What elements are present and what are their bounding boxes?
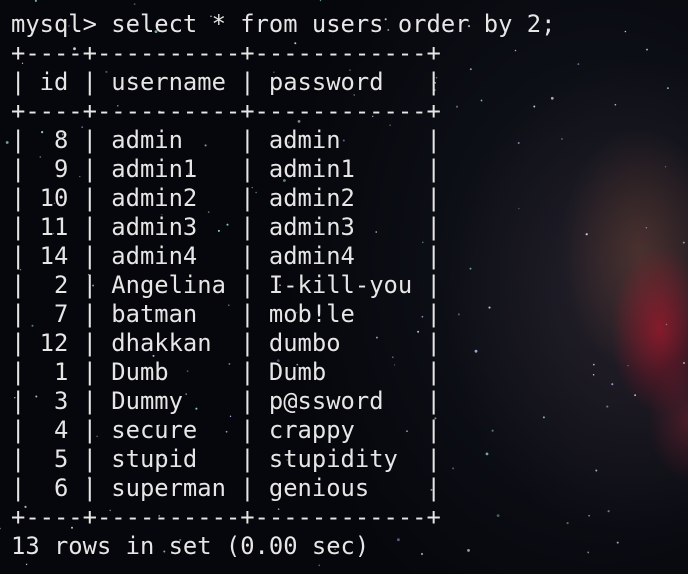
result-summary: 13 rows in set (0.00 sec): [11, 532, 370, 560]
star: [664, 166, 667, 168]
star: [616, 541, 619, 544]
star: [634, 394, 636, 397]
cell-password: p@ssword: [268, 387, 413, 415]
cell-username: admin: [111, 126, 226, 154]
cell-id: 4: [39, 416, 69, 444]
table-row: | 11 | admin3 | admin3 |: [11, 213, 441, 241]
cell-id: 6: [39, 474, 69, 502]
table-border-header: +----+----------+------------+: [11, 97, 441, 125]
cell-password: crappy: [268, 416, 413, 444]
cell-username: secure: [111, 416, 226, 444]
table-row: | 9 | admin1 | admin1 |: [11, 155, 441, 183]
table-row: | 6 | superman | genious |: [11, 474, 441, 502]
table-row: | 8 | admin | admin |: [11, 126, 441, 154]
command-line: mysql> select * from users order by 2;: [11, 10, 555, 39]
star: [25, 563, 28, 566]
table-row: | 2 | Angelina | I-kill-you |: [11, 271, 441, 299]
table-row: | 12 | dhakkan | dumbo |: [11, 329, 441, 357]
mysql-prompt: mysql>: [11, 10, 97, 38]
cell-username: Angelina: [111, 271, 226, 299]
star: [5, 141, 9, 144]
cell-username: batman: [111, 300, 226, 328]
terminal-window[interactable]: mysql> select * from users order by 2; +-…: [0, 0, 688, 574]
cell-password: admin4: [268, 242, 413, 270]
console-output: mysql> select * from users order by 2; +-…: [11, 10, 555, 561]
star: [666, 87, 669, 90]
header-username: username: [111, 68, 226, 96]
cell-password: mob!le: [268, 300, 413, 328]
star: [614, 103, 617, 106]
table-row: | 10 | admin2 | admin2 |: [11, 184, 441, 212]
star: [682, 361, 686, 365]
table-border-bottom: +----+----------+------------+: [11, 503, 441, 531]
table-header-row: | id | username | password |: [11, 68, 441, 96]
cell-username: dhakkan: [111, 329, 226, 357]
star: [585, 233, 588, 236]
header-password: password: [268, 68, 413, 96]
star: [577, 63, 580, 66]
cell-id: 1: [39, 358, 69, 386]
cell-username: stupid: [111, 445, 226, 473]
cell-id: 10: [39, 184, 69, 212]
cell-username: admin3: [111, 213, 226, 241]
star: [566, 522, 569, 525]
cell-id: 7: [39, 300, 69, 328]
cell-username: admin1: [111, 155, 226, 183]
star: [588, 514, 590, 517]
star: [611, 383, 614, 386]
star: [587, 551, 590, 554]
cell-password: admin: [268, 126, 413, 154]
star: [34, 0, 37, 2]
star: [606, 405, 609, 408]
cell-id: 3: [39, 387, 69, 415]
cell-password: stupidity: [268, 445, 413, 473]
star: [645, 226, 648, 229]
cell-id: 2: [39, 271, 69, 299]
table-body: | 8 | admin | admin | | 9 | admin1 | admi…: [11, 126, 555, 503]
star: [627, 364, 629, 367]
table-row: | 1 | Dumb | Dumb |: [11, 358, 441, 386]
table-border-top: +----+----------+------------+: [11, 39, 441, 67]
cell-password: admin3: [268, 213, 413, 241]
cell-id: 9: [39, 155, 69, 183]
star: [624, 30, 627, 33]
header-id: id: [39, 68, 69, 96]
table-row: | 14 | admin4 | admin4 |: [11, 242, 441, 270]
star: [665, 323, 668, 326]
cell-username: admin4: [111, 242, 226, 270]
cell-password: I-kill-you: [268, 271, 413, 299]
sql-command: select * from users order by 2;: [111, 10, 556, 38]
cell-id: 11: [39, 213, 69, 241]
star: [682, 241, 685, 244]
cell-id: 12: [39, 329, 69, 357]
star: [607, 510, 610, 513]
cell-password: admin2: [268, 184, 413, 212]
table-row: | 5 | stupid | stupidity |: [11, 445, 441, 473]
cell-password: admin1: [268, 155, 413, 183]
cell-id: 8: [39, 126, 69, 154]
star: [318, 564, 321, 567]
cell-username: Dummy: [111, 387, 226, 415]
cell-password: Dumb: [268, 358, 413, 386]
cell-password: genious: [268, 474, 413, 502]
star: [592, 373, 595, 376]
table-row: | 3 | Dummy | p@ssword |: [11, 387, 441, 415]
cell-password: dumbo: [268, 329, 413, 357]
table-row: | 4 | secure | crappy |: [11, 416, 441, 444]
star: [592, 363, 595, 366]
star: [646, 48, 648, 51]
cell-username: superman: [111, 474, 226, 502]
star: [595, 469, 598, 472]
cell-id: 5: [39, 445, 69, 473]
star: [0, 527, 1, 530]
cell-id: 14: [39, 242, 69, 270]
star: [319, 0, 322, 2]
star: [133, 3, 136, 6]
cell-username: Dumb: [111, 358, 226, 386]
star: [560, 137, 563, 140]
cell-username: admin2: [111, 184, 226, 212]
table-row: | 7 | batman | mob!le |: [11, 300, 441, 328]
